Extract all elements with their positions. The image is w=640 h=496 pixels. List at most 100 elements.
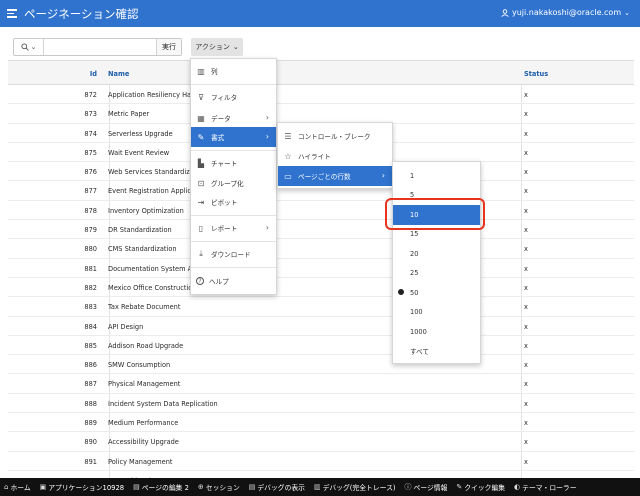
footer-item-theme-roller[interactable]: ◐ テーマ・ローラー bbox=[514, 482, 576, 492]
rows-per-page-submenu: 1 5 10 15 20 25 50 100 1000 すべて bbox=[392, 161, 481, 364]
menu-item-label: 列 bbox=[211, 68, 218, 76]
cell-name: Policy Management bbox=[108, 457, 173, 466]
table-row[interactable]: 890 Accessibility Upgrade x bbox=[8, 432, 634, 452]
pivot-icon: ⇥ bbox=[197, 197, 205, 207]
rows-option[interactable]: 20 bbox=[393, 244, 480, 264]
footer-item-session[interactable]: ⊕ セッション bbox=[198, 482, 240, 492]
cell-status: x bbox=[524, 206, 528, 215]
column-header-status[interactable]: Status bbox=[524, 70, 548, 78]
table-row[interactable]: 883 Tax Rebate Document x bbox=[8, 297, 634, 317]
user-menu[interactable]: yuji.nakakoshi@oracle.com ⌄ bbox=[501, 8, 630, 17]
menu-item-label: フィルタ bbox=[211, 94, 238, 102]
table-row[interactable]: 885 Addison Road Upgrade x bbox=[8, 336, 634, 356]
table-row[interactable]: 880 CMS Standardization x bbox=[8, 239, 634, 259]
table-row[interactable]: 889 Medium Performance x bbox=[8, 413, 634, 433]
cell-status: x bbox=[524, 226, 528, 235]
rows-option[interactable]: 50 bbox=[393, 283, 480, 303]
menu-item-star[interactable]: ☆ ハイライト bbox=[278, 146, 392, 166]
cell-id: 886 bbox=[84, 361, 97, 370]
menu-item-wrench[interactable]: ✎ 書式 › bbox=[191, 127, 276, 147]
cell-status: x bbox=[524, 341, 528, 350]
hamburger-menu-icon[interactable] bbox=[7, 9, 17, 18]
search-column-button[interactable]: ⌄ bbox=[14, 39, 44, 55]
menu-divider bbox=[191, 84, 276, 85]
rows-option[interactable]: すべて bbox=[393, 342, 480, 362]
actions-label: アクション bbox=[195, 43, 230, 51]
filter-icon: ⊽ bbox=[198, 92, 204, 102]
cell-name: API Design bbox=[108, 322, 144, 331]
cell-status: x bbox=[524, 457, 528, 466]
menu-item-chart[interactable]: ▙ チャート bbox=[191, 153, 276, 173]
footer-item-debug-view[interactable]: ▤ デバッグの表示 bbox=[249, 482, 305, 492]
table-row[interactable]: 882 Mexico Office Construction x bbox=[8, 278, 634, 298]
table-row[interactable]: 879 DR Standardization x bbox=[8, 220, 634, 240]
search-input[interactable] bbox=[45, 39, 155, 55]
chevron-down-icon: ⌄ bbox=[624, 8, 630, 17]
rows-option-label: 1 bbox=[410, 171, 415, 180]
footer-item-edit-page[interactable]: ▤ ページの編集 2 bbox=[133, 482, 189, 492]
wrench-icon: ✎ bbox=[197, 132, 205, 142]
footer-item-app[interactable]: ▣ アプリケーション10928 bbox=[40, 482, 125, 492]
table-row[interactable]: 872 Application Resiliency Harn x bbox=[8, 85, 634, 105]
chevron-right-icon: › bbox=[265, 113, 269, 122]
go-button[interactable]: 実行 bbox=[156, 39, 181, 55]
rows-option[interactable]: 25 bbox=[393, 264, 480, 284]
columns-icon: ▥ bbox=[197, 66, 205, 76]
column-header-id[interactable]: Id bbox=[90, 70, 97, 78]
footer-item-label: セッション bbox=[205, 484, 240, 492]
menu-item-columns[interactable]: ▥ 列 bbox=[191, 61, 276, 81]
table-row[interactable]: 891 Policy Management x bbox=[8, 452, 634, 471]
rows-option-label: 20 bbox=[410, 249, 419, 258]
cell-id: 888 bbox=[84, 399, 97, 408]
rows-option[interactable]: 1 bbox=[393, 166, 480, 186]
break-icon: ☰ bbox=[284, 131, 292, 141]
cell-name: Mexico Office Construction bbox=[108, 283, 197, 292]
footer-item-info[interactable]: ⓘ ページ情報 bbox=[405, 482, 448, 492]
footer-item-home[interactable]: ⌂ ホーム bbox=[4, 482, 31, 492]
menu-item-table[interactable]: ▦ データ › bbox=[191, 108, 276, 128]
menu-item-bookmark[interactable]: ▯ レポート › bbox=[191, 218, 276, 238]
table-row[interactable]: 887 Physical Management x bbox=[8, 374, 634, 394]
menu-item-label: 書式 bbox=[211, 134, 225, 142]
menu-item-pivot[interactable]: ⇥ ピボット bbox=[191, 192, 276, 212]
cell-name: Wait Event Review bbox=[108, 148, 170, 157]
menu-item-filter[interactable]: ⊽ フィルタ bbox=[191, 87, 276, 107]
menu-divider bbox=[191, 150, 276, 151]
menu-item-label: ページごとの行数 bbox=[298, 173, 351, 181]
rows-option-label: 1000 bbox=[410, 327, 427, 336]
footer-item-debug-trace[interactable]: ▥ デバッグ(完全トレース) bbox=[314, 482, 396, 492]
cell-status: x bbox=[524, 168, 528, 177]
menu-item-label: ピボット bbox=[211, 199, 238, 207]
cell-status: x bbox=[524, 380, 528, 389]
table-row[interactable]: 873 Metric Paper x bbox=[8, 104, 634, 124]
cell-name: Tax Rebate Document bbox=[108, 303, 181, 312]
menu-item-download[interactable]: ⤓ ダウンロード bbox=[191, 244, 276, 264]
menu-item-group[interactable]: ⊡ グループ化 bbox=[191, 173, 276, 193]
menu-item-break[interactable]: ☰ コントロール・ブレーク bbox=[278, 126, 392, 146]
menu-item-help[interactable]: ? ヘルプ bbox=[191, 271, 276, 291]
table-row[interactable]: 886 SMW Consumption x bbox=[8, 355, 634, 375]
table-row[interactable]: 881 Documentation System An x bbox=[8, 259, 634, 278]
footer-item-label: ホーム bbox=[10, 484, 31, 492]
cell-status: x bbox=[524, 438, 528, 447]
cell-id: 881 bbox=[84, 264, 97, 273]
chevron-right-icon: › bbox=[265, 223, 269, 232]
footer-item-label: クイック編集 bbox=[464, 484, 506, 492]
actions-button[interactable]: アクション ⌄ bbox=[191, 38, 243, 56]
table-row[interactable]: 878 Inventory Optimization x bbox=[8, 201, 634, 221]
table-row[interactable]: 884 API Design x bbox=[8, 317, 634, 336]
rows-option[interactable]: 1000 bbox=[393, 322, 480, 342]
menu-item-label: チャート bbox=[211, 160, 238, 168]
cell-id: 891 bbox=[84, 457, 97, 466]
developer-toolbar: ⌂ ホーム ▣ アプリケーション10928 ▤ ページの編集 2 ⊕ セッション ▤ デバッグの表… bbox=[0, 478, 640, 496]
cell-name: Documentation System An bbox=[108, 264, 197, 273]
footer-item-quick-edit[interactable]: ✎ クイック編集 bbox=[456, 482, 505, 492]
menu-item-rows[interactable]: ▭ ページごとの行数 › bbox=[278, 166, 392, 186]
app-icon: ▣ bbox=[39, 483, 47, 491]
footer-item-label: アプリケーション10928 bbox=[48, 484, 125, 492]
rows-option[interactable]: 100 bbox=[393, 303, 480, 323]
footer-item-label: デバッグの表示 bbox=[257, 484, 305, 492]
column-header-name[interactable]: Name bbox=[108, 70, 129, 78]
table-row[interactable]: 888 Incident System Data Replication x bbox=[8, 394, 634, 414]
chart-icon: ▙ bbox=[197, 158, 205, 168]
